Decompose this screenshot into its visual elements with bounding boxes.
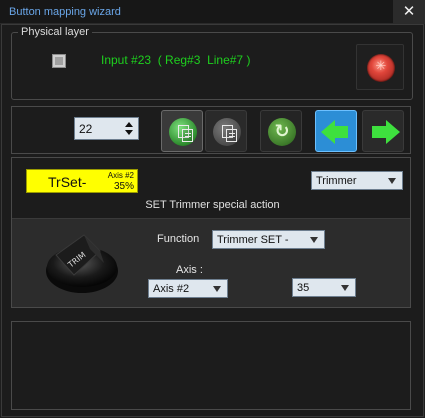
trset-axis-label: Axis #2 (107, 171, 134, 180)
previous-button[interactable] (315, 110, 357, 152)
spin-down-icon[interactable] (125, 130, 133, 135)
window-title: Button mapping wizard (9, 6, 121, 18)
axis-label: Axis : (176, 264, 203, 276)
copy-icon (213, 118, 241, 146)
spin-up-icon[interactable] (125, 122, 133, 127)
button-number-spinner[interactable]: 22 (74, 117, 139, 140)
input-info-text: Input #23 ( Reg#3 Line#7 ) (101, 53, 251, 67)
refresh-icon (268, 118, 296, 146)
fire-icon (367, 54, 395, 82)
physical-input-checkbox[interactable] (52, 54, 66, 68)
amount-value: 35 (297, 282, 310, 294)
fire-button[interactable] (356, 44, 404, 90)
bottom-panel (11, 321, 411, 410)
title-bar: Button mapping wizard ✕ (0, 0, 425, 24)
paste-icon (169, 118, 197, 146)
trim-knob-icon: TRIM (46, 234, 118, 293)
refresh-button[interactable] (260, 110, 302, 152)
action-description: SET Trimmer special action (145, 199, 280, 211)
axis-value: Axis #2 (153, 283, 190, 295)
amount-select[interactable]: 35 (292, 278, 356, 297)
action-type-select[interactable]: Trimmer (311, 171, 403, 190)
chevron-down-icon (213, 286, 221, 292)
action-type-value: Trimmer (316, 175, 357, 187)
close-icon[interactable]: ✕ (393, 0, 425, 24)
left-arrow-icon (321, 120, 335, 144)
function-select[interactable]: Trimmer SET - (212, 230, 325, 249)
button-number-value: 22 (79, 122, 93, 136)
trset-value-label: 35% (113, 181, 134, 192)
next-button[interactable] (362, 110, 404, 152)
chevron-down-icon (388, 178, 396, 184)
physical-layer-legend: Physical layer (21, 26, 89, 38)
right-arrow-icon (386, 120, 400, 144)
function-value: Trimmer SET - (217, 234, 289, 246)
trset-label: TrSet- (48, 174, 87, 190)
chevron-down-icon (341, 285, 349, 291)
axis-select[interactable]: Axis #2 (148, 279, 228, 298)
paste-button[interactable] (161, 110, 203, 152)
function-label: Function (157, 233, 200, 245)
copy-button[interactable] (205, 110, 247, 152)
chevron-down-icon (310, 237, 318, 243)
trset-indicator: TrSet- Axis #2 35% (26, 169, 138, 193)
